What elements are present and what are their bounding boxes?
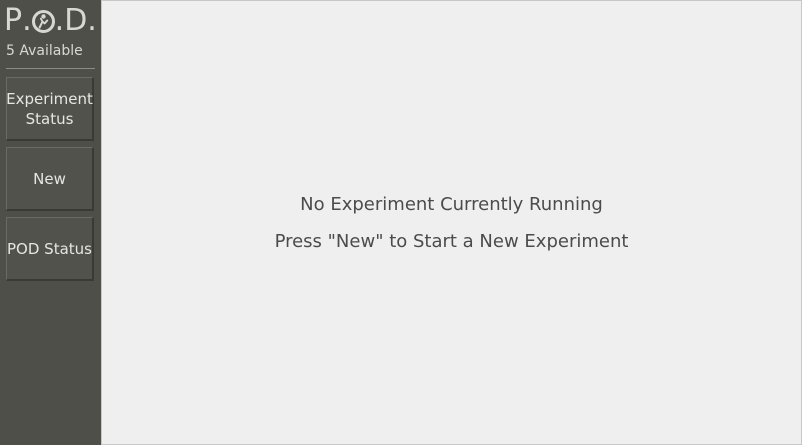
brand-dot-1: . bbox=[22, 3, 32, 38]
app-window: P. .D. 5 Available Experiment Status New… bbox=[0, 0, 802, 445]
brand-dot-3: . bbox=[87, 3, 97, 38]
brand-o-icon bbox=[31, 3, 55, 39]
no-experiment-message: No Experiment Currently Running bbox=[300, 194, 603, 215]
brand-letter-d: D bbox=[64, 3, 88, 38]
experiment-status-button[interactable]: Experiment Status bbox=[6, 77, 94, 141]
new-button[interactable]: New bbox=[6, 147, 94, 211]
new-button-label: New bbox=[33, 169, 66, 188]
brand-letter-p: P bbox=[4, 3, 23, 38]
brand-logo: P. .D. bbox=[4, 3, 100, 39]
main-content: No Experiment Currently Running Press "N… bbox=[101, 0, 802, 445]
available-count: 5 Available bbox=[6, 43, 83, 59]
start-experiment-hint: Press "New" to Start a New Experiment bbox=[274, 231, 629, 252]
sidebar-divider bbox=[6, 68, 95, 69]
experiment-status-label: Experiment Status bbox=[6, 89, 93, 129]
brand-dot-2: . bbox=[54, 3, 65, 38]
sidebar: P. .D. 5 Available Experiment Status New… bbox=[0, 0, 101, 445]
experiment-status-label-line-2: Status bbox=[25, 109, 74, 128]
experiment-status-label-line-1: Experiment bbox=[6, 89, 93, 108]
pod-status-button[interactable]: POD Status bbox=[6, 217, 94, 281]
pod-status-label: POD Status bbox=[7, 239, 92, 258]
